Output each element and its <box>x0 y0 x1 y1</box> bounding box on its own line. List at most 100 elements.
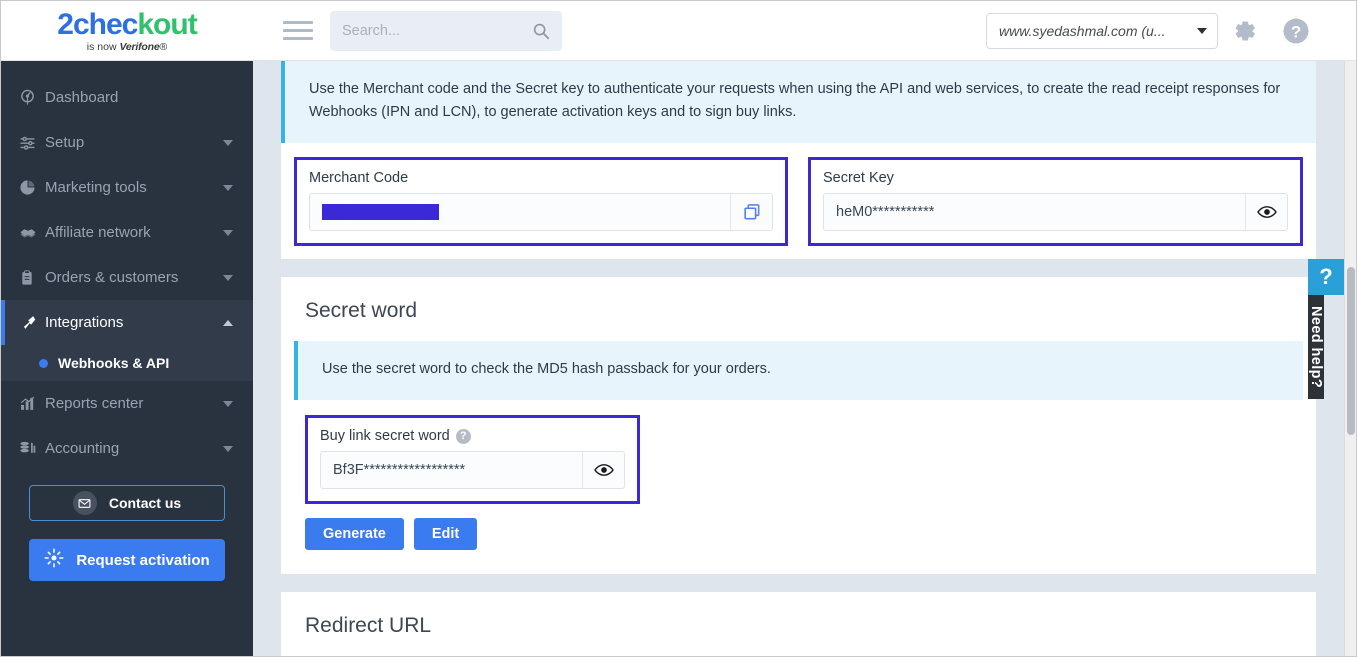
sidebar-item-marketing-tools[interactable]: Marketing tools <box>1 165 253 210</box>
hamburger-bar <box>283 21 313 24</box>
active-dot-icon <box>39 358 48 368</box>
credentials-row: Merchant Code Secret Key heM0*********** <box>281 143 1316 259</box>
buy-link-secret-word-value: Bf3F****************** <box>333 462 466 478</box>
copy-merchant-code-button[interactable] <box>730 194 772 230</box>
sidebar-item-label: Marketing tools <box>45 179 147 196</box>
pie-chart-icon <box>19 179 45 196</box>
search-input[interactable]: Search... <box>330 10 562 51</box>
buy-link-secret-word-label: Buy link secret word ? <box>320 428 625 444</box>
speedometer-icon <box>19 89 45 106</box>
buy-link-secret-word-field-group: Buy link secret word ? Bf3F*************… <box>305 415 640 504</box>
contact-us-button[interactable]: Contact us <box>29 485 225 521</box>
copy-icon <box>743 204 759 220</box>
sidebar-item-label: Accounting <box>45 440 120 457</box>
redacted-value-block <box>322 204 439 220</box>
need-help-widget: ? Need help? <box>1308 259 1344 399</box>
buy-link-secret-word-input[interactable]: Bf3F****************** <box>320 451 625 489</box>
sidebar-item-label: Setup <box>45 134 85 151</box>
app-root: 2checkout is now Verifone® Search... www… <box>0 0 1357 657</box>
chevron-down-icon <box>223 400 233 407</box>
page-scrollbar[interactable] <box>1344 61 1356 656</box>
need-help-question-icon[interactable]: ? <box>1308 259 1344 295</box>
sidebar-item-integrations[interactable]: Integrations <box>1 300 253 345</box>
logo-text-secondary: kout <box>137 7 197 41</box>
edit-button[interactable]: Edit <box>413 518 478 550</box>
chevron-down-icon <box>223 139 233 146</box>
search-icon[interactable] <box>532 22 550 40</box>
reveal-secret-key-button[interactable] <box>1245 194 1287 230</box>
site-selector-value: www.syedashmal.com (u... <box>999 22 1166 39</box>
top-bar-right: www.syedashmal.com (u... ? <box>986 12 1356 49</box>
generate-button[interactable]: Generate <box>305 518 404 550</box>
sidebar-item-affiliate-network[interactable]: Affiliate network <box>1 210 253 255</box>
svg-text:?: ? <box>1291 22 1301 41</box>
secret-key-value: heM0*********** <box>836 204 935 220</box>
need-help-label[interactable]: Need help? <box>1308 295 1324 399</box>
sidebar-item-orders-customers[interactable]: Orders & customers <box>1 255 253 300</box>
chevron-down-icon <box>223 184 233 191</box>
sidebar-item-label: Affiliate network <box>45 224 151 241</box>
merchant-code-value <box>310 194 730 230</box>
scrollbar-thumb[interactable] <box>1347 267 1355 435</box>
chevron-down-icon <box>223 274 233 281</box>
api-credentials-card: Use the Merchant code and the Secret key… <box>280 61 1317 260</box>
redirect-url-card: Redirect URL <box>280 591 1317 656</box>
merchant-code-label: Merchant Code <box>309 170 409 186</box>
secret-word-banner-wrap: Use the secret word to check the MD5 has… <box>281 341 1316 400</box>
contact-us-label: Contact us <box>108 495 182 511</box>
site-selector-dropdown[interactable]: www.syedashmal.com (u... <box>986 12 1218 49</box>
hamburger-bar <box>283 29 313 32</box>
reveal-buy-link-secret-word-button[interactable] <box>582 452 624 488</box>
question-circle-icon: ? <box>1283 18 1309 43</box>
sidebar-item-label: Integrations <box>45 314 124 331</box>
sidebar-item-label: Dashboard <box>45 89 119 106</box>
buy-link-section: Buy link secret word ? Bf3F*************… <box>281 400 1316 574</box>
top-bar: 2checkout is now Verifone® Search... www… <box>1 1 1356 61</box>
sliders-icon <box>19 134 45 151</box>
sidebar-item-label: Orders & customers <box>45 269 179 286</box>
logo-tagline-mark: ® <box>159 40 168 53</box>
chevron-down-icon <box>223 229 233 236</box>
chevron-up-icon <box>223 319 233 326</box>
buy-link-secret-word-label-text: Buy link secret word <box>320 428 450 444</box>
sidebar-item-setup[interactable]: Setup <box>1 120 253 165</box>
sidebar-item-webhooks-api[interactable]: Webhooks & API <box>1 345 253 381</box>
coins-icon <box>19 440 45 457</box>
sidebar-item-reports-center[interactable]: Reports center <box>1 381 253 426</box>
secret-key-input[interactable]: heM0*********** <box>823 193 1288 231</box>
hamburger-bar <box>283 37 313 40</box>
brand-logo[interactable]: 2checkout is now Verifone® <box>1 8 253 54</box>
merchant-code-field-group: Merchant Code <box>294 157 789 246</box>
envelope-icon <box>72 491 97 515</box>
search-placeholder: Search... <box>342 22 401 39</box>
logo-text-primary: 2chec <box>57 7 138 41</box>
request-activation-label: Request activation <box>76 551 210 569</box>
chevron-down-icon <box>1197 27 1207 34</box>
secret-word-info-banner: Use the secret word to check the MD5 has… <box>294 341 1303 400</box>
eye-icon <box>1256 206 1277 218</box>
gear-icon <box>1235 20 1255 41</box>
chevron-down-icon <box>223 445 233 452</box>
logo-tagline-prefix: is now <box>86 40 120 53</box>
sidebar-item-label: Reports center <box>45 395 144 412</box>
request-activation-button[interactable]: Request activation <box>29 539 225 581</box>
handshake-icon <box>19 224 45 242</box>
settings-button[interactable] <box>1218 16 1270 46</box>
sidebar-item-dashboard[interactable]: Dashboard <box>1 75 253 120</box>
secret-word-card: Secret word Use the secret word to check… <box>280 276 1317 575</box>
api-info-banner: Use the Merchant code and the Secret key… <box>281 61 1316 143</box>
sidebar-item-accounting[interactable]: Accounting <box>1 426 253 471</box>
question-circle-icon[interactable]: ? <box>455 428 471 444</box>
plug-icon <box>19 314 45 331</box>
eye-icon <box>593 464 614 476</box>
secret-key-label: Secret Key <box>823 170 894 186</box>
help-button[interactable]: ? <box>1270 16 1322 46</box>
logo-tagline: is now Verifone® <box>87 41 167 54</box>
hamburger-menu-icon[interactable] <box>283 18 313 44</box>
clipboard-icon <box>19 269 45 286</box>
bar-chart-icon <box>19 395 45 412</box>
sidebar-nav: Dashboard Setup Marketing tools Affiliat… <box>1 61 253 656</box>
merchant-code-input[interactable] <box>309 193 774 231</box>
redirect-url-title: Redirect URL <box>305 614 432 637</box>
sparkle-icon <box>44 548 64 572</box>
